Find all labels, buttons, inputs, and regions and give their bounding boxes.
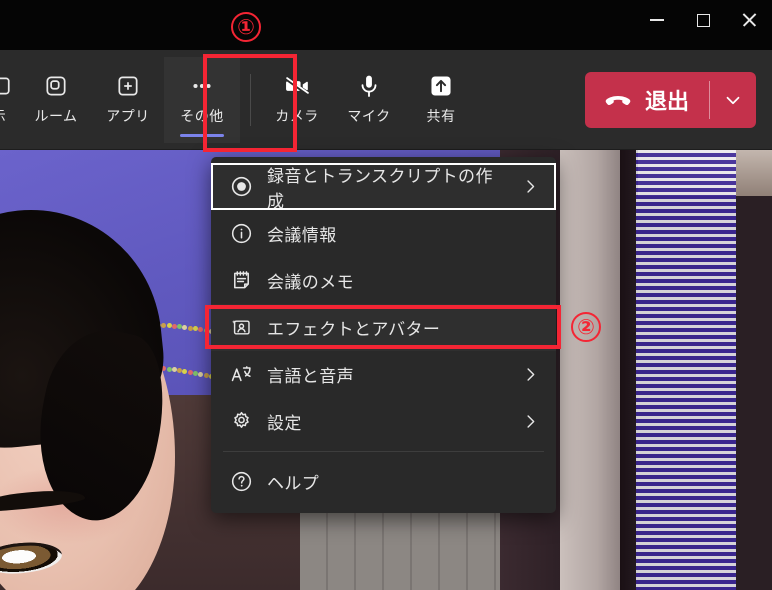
effects-avatar-icon [232,319,250,335]
menu-item-settings-label: 設定 [267,414,302,433]
menu-item-meeting-notes-label: 会議のメモ [267,273,354,292]
chevron-right-icon [527,368,535,381]
toolbar-item-more-label: その他 [180,108,224,124]
menu-item-language-and-speech-label: 言語と音声 [267,367,354,386]
hangup-phone-icon [605,95,631,105]
toolbar-item-view[interactable]: 示 [0,57,20,143]
minimize-icon [650,19,664,21]
apps-plus-icon [118,76,138,96]
maximize-icon [696,13,710,27]
menu-item-settings[interactable]: 設定 [211,398,556,445]
notes-page-icon [234,271,249,289]
share-arrow-up-icon [431,76,451,96]
close-icon [741,12,757,28]
camera-off-icon [284,77,310,96]
title-bar [0,0,772,50]
gear-icon [234,411,249,428]
microphone-icon [361,75,377,97]
menu-item-effects-and-avatars-label: エフェクトとアバター [267,320,441,339]
language-icon [231,366,251,382]
menu-item-help-label: ヘルプ [267,474,320,493]
more-options-menu: 録音とトランスクリプトの作成 会議情報 会議のメモ エフェクトとアバター 言語と… [211,157,556,513]
annotation-marker-2: ② [571,312,601,342]
toolbar-item-share-label: 共有 [426,108,456,124]
record-circle-icon [231,176,252,197]
toolbar-item-camera[interactable]: カメラ [261,57,333,143]
meeting-toolbar: 示 ルーム アプリ その他 [0,50,772,150]
active-tab-underline [180,133,224,137]
view-layout-icon [0,77,10,95]
toolbar-item-camera-label: カメラ [275,108,319,124]
close-button[interactable] [726,0,772,40]
maximize-button[interactable] [680,0,726,40]
info-circle-icon [231,223,252,244]
minimize-button[interactable] [634,0,680,40]
toolbar-item-share[interactable]: 共有 [405,57,477,143]
toolbar-divider [250,73,251,126]
annotation-marker-1: ① [231,12,261,42]
toolbar-item-mic[interactable]: マイク [333,57,405,143]
leave-options-button[interactable] [710,72,756,128]
menu-item-record-label: 録音とトランスクリプトの作成 [267,166,493,211]
teams-meeting-window: 示 ルーム アプリ その他 [0,0,772,590]
toolbar-item-apps-label: アプリ [106,108,150,124]
menu-item-meeting-info-label: 会議情報 [267,226,337,245]
toolbar-item-rooms-label: ルーム [34,108,78,124]
toolbar-item-view-label: 示 [0,106,6,126]
menu-item-record[interactable]: 録音とトランスクリプトの作成 [211,163,556,211]
toolbar-item-more[interactable]: その他 [164,56,240,143]
toolbar-item-rooms[interactable]: ルーム [20,57,92,143]
menu-item-language-and-speech[interactable]: 言語と音声 [211,351,556,398]
help-circle-icon [231,471,252,492]
leave-meeting-label: 退出 [644,88,689,114]
menu-item-help[interactable]: ヘルプ [211,458,556,505]
menu-item-meeting-notes[interactable]: 会議のメモ [211,257,556,304]
rooms-icon [46,76,66,96]
chevron-down-icon [726,96,740,104]
more-dots-icon [193,83,211,89]
menu-item-meeting-info[interactable]: 会議情報 [211,210,556,257]
leave-meeting-main[interactable]: 退出 [585,72,709,128]
menu-separator [223,451,544,452]
chevron-right-icon [527,180,535,193]
toolbar-item-mic-label: マイク [347,108,391,124]
toolbar-item-apps[interactable]: アプリ [92,57,164,143]
leave-meeting-button[interactable]: 退出 [584,71,756,128]
chevron-right-icon [527,415,535,428]
menu-item-effects-and-avatars[interactable]: エフェクトとアバター [211,304,556,351]
